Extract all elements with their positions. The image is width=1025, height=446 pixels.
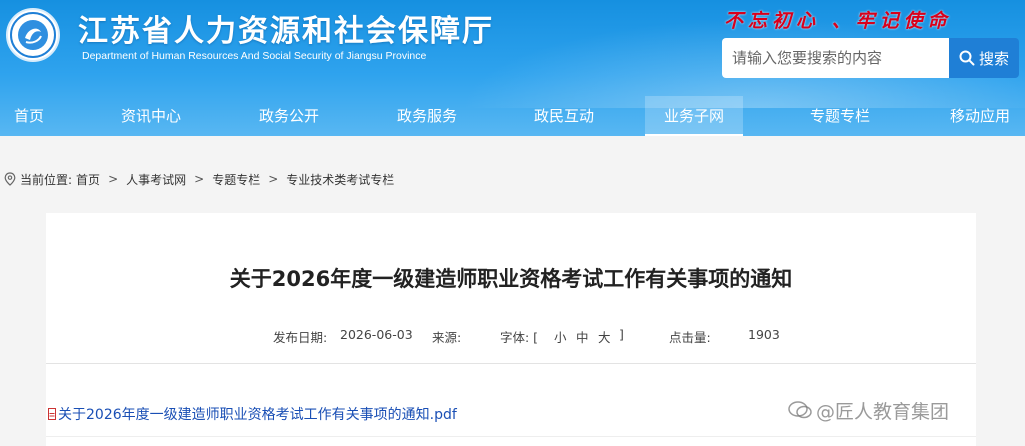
search-icon bbox=[959, 50, 975, 66]
publish-date-label: 发布日期: bbox=[273, 330, 328, 345]
search-input[interactable] bbox=[722, 38, 949, 78]
nav-item-interaction[interactable]: 政民互动 bbox=[525, 96, 603, 136]
pdf-icon bbox=[48, 408, 56, 420]
nav-item-mobile-apps[interactable]: 移动应用 bbox=[940, 96, 1020, 136]
source-label: 来源: bbox=[432, 330, 462, 345]
site-header: 江苏省人力资源和社会保障厅 Department of Human Resour… bbox=[0, 0, 1025, 136]
logo-emblem-icon bbox=[10, 12, 56, 58]
publish-date: 2026-06-03 bbox=[340, 327, 413, 342]
watermark-text: @匠人教育集团 bbox=[816, 400, 950, 423]
nav-item-gov-services[interactable]: 政务服务 bbox=[388, 96, 466, 136]
nav-item-news[interactable]: 资讯中心 bbox=[112, 96, 190, 136]
nav-item-special-topics[interactable]: 专题专栏 bbox=[800, 96, 880, 136]
click-count: 1903 bbox=[748, 327, 780, 342]
meta-divider bbox=[46, 363, 976, 364]
breadcrumb-link-exam-site[interactable]: 人事考试网 bbox=[126, 171, 186, 188]
nav-item-home[interactable]: 首页 bbox=[0, 96, 58, 136]
search-button-label: 搜索 bbox=[978, 49, 1009, 68]
breadcrumb-separator: > bbox=[108, 172, 119, 186]
attachment-pdf-link[interactable]: 关于2026年度一级建造师职业资格考试工作有关事项的通知.pdf bbox=[58, 404, 457, 424]
main-nav: 首页 资讯中心 政务公开 政务服务 政民互动 业务子网 专题专栏 移动应用 bbox=[0, 96, 1025, 136]
clicks-label: 点击量: bbox=[669, 330, 711, 345]
font-size-bracket: ] bbox=[619, 327, 624, 342]
search-button[interactable]: 搜索 bbox=[949, 38, 1019, 78]
font-size-label: 字体: [ bbox=[500, 330, 539, 345]
site-logo[interactable] bbox=[6, 8, 60, 62]
article-title: 关于2026年度一级建造师职业资格考试工作有关事项的通知 bbox=[229, 267, 793, 291]
font-size-large-button[interactable]: 大 bbox=[598, 327, 611, 346]
font-size-small-button[interactable]: 小 bbox=[554, 327, 567, 346]
breadcrumb-prefix: 当前位置: bbox=[20, 172, 73, 187]
nav-item-gov-affairs[interactable]: 政务公开 bbox=[250, 96, 328, 136]
breadcrumb-separator: > bbox=[194, 172, 205, 186]
breadcrumb-link-special-topics[interactable]: 专题专栏 bbox=[212, 171, 260, 188]
breadcrumb-link-home[interactable]: 首页 bbox=[76, 171, 100, 188]
chat-bubble-icon bbox=[788, 401, 812, 419]
breadcrumb: 当前位置: 首页 > 人事考试网 > 专题专栏 > 专业技术类考试专栏 bbox=[4, 170, 394, 188]
font-size-medium-button[interactable]: 中 bbox=[576, 327, 589, 346]
breadcrumb-separator: > bbox=[268, 172, 279, 186]
site-title: 江苏省人力资源和社会保障厅 bbox=[78, 14, 494, 49]
slogan: 不忘初心 、牢记使命 bbox=[724, 10, 952, 32]
location-pin-icon bbox=[4, 172, 16, 186]
site-subtitle: Department of Human Resources And Social… bbox=[82, 50, 427, 62]
breadcrumb-link-professional-exams[interactable]: 专业技术类考试专栏 bbox=[286, 171, 394, 188]
nav-item-business-subsites[interactable]: 业务子网 bbox=[645, 96, 743, 136]
watermark: @匠人教育集团 bbox=[788, 396, 949, 424]
content-divider bbox=[46, 436, 976, 437]
attachment-row: 关于2026年度一级建造师职业资格考试工作有关事项的通知.pdf bbox=[48, 404, 457, 424]
